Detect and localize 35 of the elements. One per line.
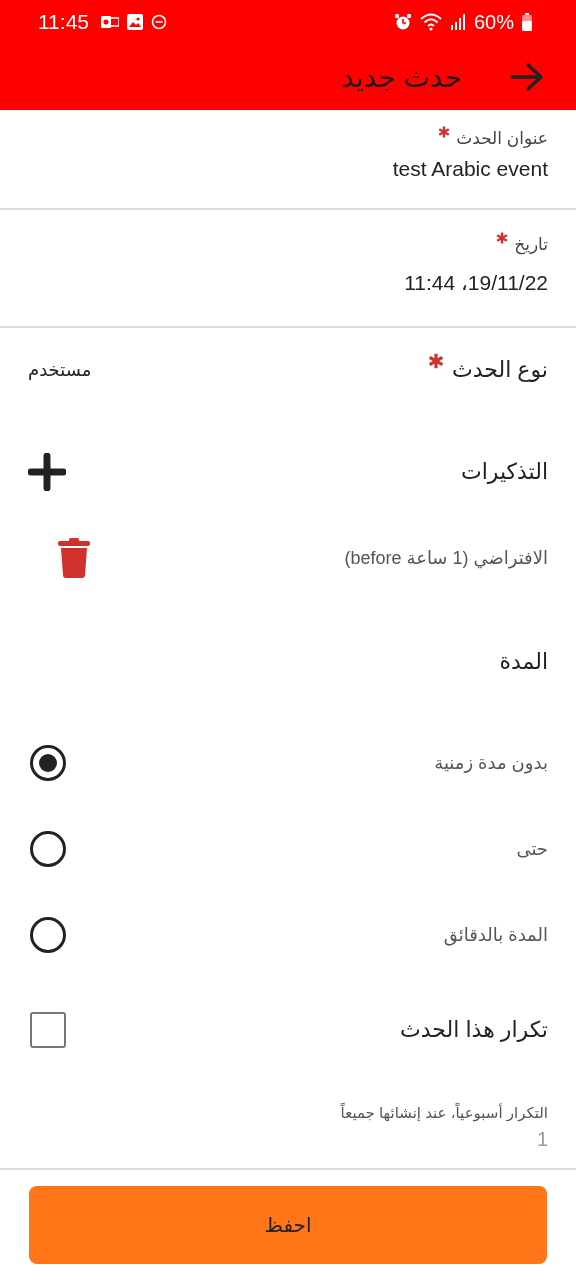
back-button[interactable] (510, 62, 544, 93)
battery-icon (522, 13, 532, 32)
delete-button[interactable] (56, 538, 92, 578)
field-label: عنوان الحدث (456, 128, 548, 149)
checkbox[interactable] (30, 1012, 66, 1048)
trash-icon (56, 538, 92, 578)
image-icon (127, 14, 143, 31)
signal-icon (449, 14, 466, 31)
event-type-dropdown[interactable]: مستخدم (28, 359, 92, 381)
plus-icon (28, 453, 66, 491)
reminder-item: الافتراضي (1 ساعة before) (344, 547, 548, 569)
screen-title: حدث جديد (341, 60, 462, 94)
checkbox-label: تكرار هذا الحدث (400, 1017, 548, 1043)
radio-label: حتى (516, 838, 548, 860)
battery-percent: 60% (473, 10, 514, 34)
alarm-icon (393, 13, 412, 32)
status-time: 11:45 (38, 10, 89, 35)
add-button[interactable] (28, 453, 66, 491)
radio-button[interactable] (30, 917, 66, 953)
event-type-label: نوع الحدث (452, 357, 548, 383)
input-field[interactable]: test Arabic event (28, 157, 548, 181)
arrow-icon (510, 62, 544, 93)
radio-button[interactable] (30, 745, 66, 781)
wifi-icon (419, 13, 442, 32)
do-not-disturb-icon (151, 14, 167, 31)
radio-label: بدون مدة زمنية (434, 752, 548, 774)
input-field[interactable]: 1 (28, 1128, 548, 1151)
field-label: تاريخ (514, 234, 548, 255)
radio-button[interactable] (30, 831, 66, 867)
reminders-heading: التذكيرات (460, 459, 548, 485)
save-button[interactable]: احفظ (29, 1186, 547, 1264)
input-field[interactable]: 19/11/22، 11:44 (28, 271, 548, 295)
duration-heading: المدة (499, 649, 548, 675)
field-label: التكرار أسبوعياً، عند إنشائها جميعاً (340, 1104, 548, 1122)
radio-label: المدة بالدقائق (443, 924, 548, 946)
